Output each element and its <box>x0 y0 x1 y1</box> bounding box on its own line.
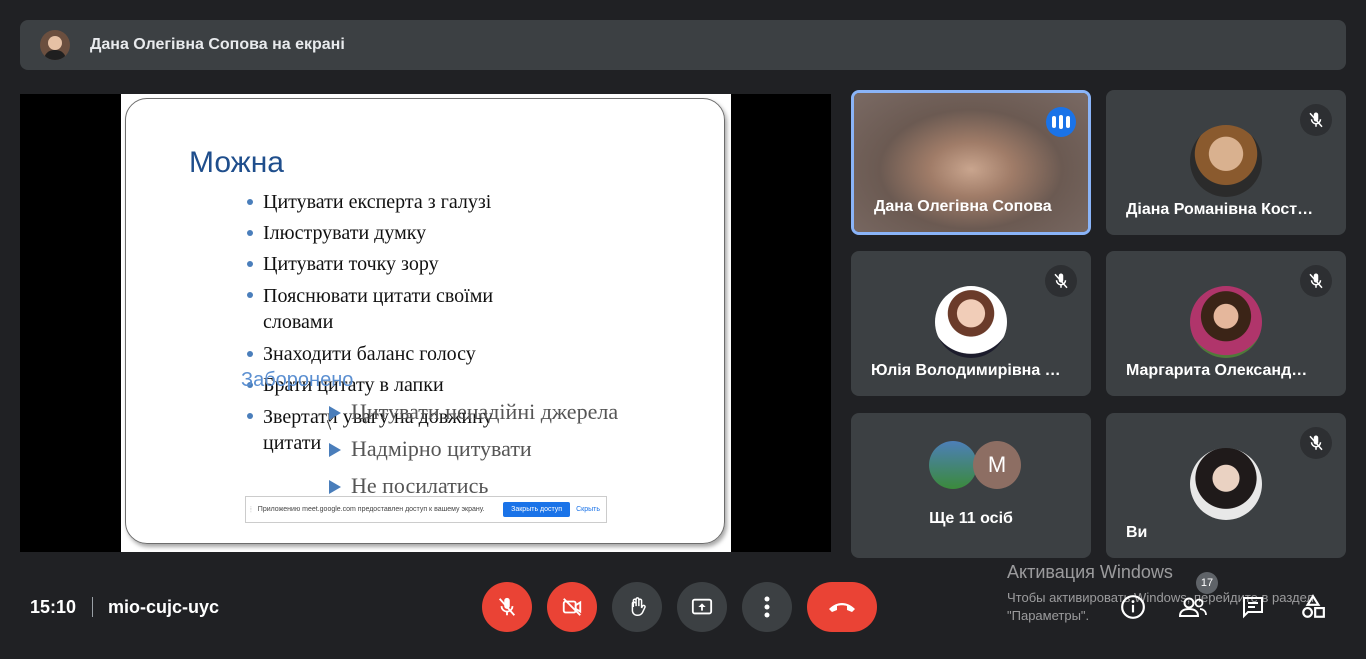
leave-call-button[interactable] <box>807 582 877 632</box>
forbidden-title: Заборонено <box>241 369 354 391</box>
presenter-avatar <box>40 30 70 60</box>
avatar <box>1190 286 1262 358</box>
stop-sharing-button[interactable]: Закрыть доступ <box>503 502 571 517</box>
list-item: Пояснювати цитати своїми словами <box>243 283 543 335</box>
list-item: Ілюструвати думку <box>243 221 543 245</box>
participant-tile-self[interactable]: Ви <box>1106 413 1346 558</box>
more-vert-icon <box>764 596 770 618</box>
list-item: Цитувати експерта з галузі <box>243 190 543 214</box>
present-now-button[interactable] <box>677 582 727 632</box>
mic-off-icon <box>1300 265 1332 297</box>
presenter-banner: Дана Олегівна Сопова на екрані <box>20 20 1346 70</box>
avatar <box>1190 125 1262 197</box>
forbidden-list: Цитувати ненадійні джерела Надмірно циту… <box>329 399 618 510</box>
meeting-info-button[interactable] <box>1118 593 1148 621</box>
mic-off-icon <box>1300 104 1332 136</box>
presentation-slide: Можна Цитувати експерта з галузі Ілюстру… <box>121 94 731 552</box>
participant-tile-marharyta[interactable]: Маргарита Олександ… <box>1106 251 1346 396</box>
hand-icon <box>631 597 646 616</box>
grouped-avatars: M <box>929 441 1029 491</box>
presenter-banner-text: Дана Олегівна Сопова на екрані <box>90 36 345 53</box>
hide-link[interactable]: Скрыть <box>576 506 600 513</box>
mic-off-icon <box>1045 265 1077 297</box>
raise-hand-button[interactable] <box>612 582 662 632</box>
activities-icon <box>1302 594 1325 618</box>
mic-toggle-button[interactable] <box>482 582 532 632</box>
people-button[interactable] <box>1178 593 1208 621</box>
mic-off-icon <box>498 597 516 616</box>
participant-count-badge: 17 <box>1196 572 1218 594</box>
meeting-code: mio-cujc-uyc <box>108 597 220 617</box>
participant-tile-diana[interactable]: Діана Романівна Кост… <box>1106 90 1346 235</box>
participant-tile-yulia[interactable]: Юлія Володимирівна … <box>851 251 1091 396</box>
avatar <box>929 441 977 489</box>
participant-name: Маргарита Олександ… <box>1126 362 1308 379</box>
chat-icon <box>1243 597 1263 619</box>
list-item: Надмірно цитувати <box>329 436 618 473</box>
participant-tile-dana[interactable]: Дана Олегівна Сопова <box>851 90 1091 235</box>
avatar <box>1190 448 1262 520</box>
more-options-button[interactable] <box>742 582 792 632</box>
activities-button[interactable] <box>1298 593 1328 621</box>
chat-button[interactable] <box>1238 593 1268 621</box>
participant-name: Юлія Володимирівна … <box>871 362 1061 379</box>
mic-off-icon <box>1300 427 1332 459</box>
speaking-indicator-icon <box>1046 107 1076 137</box>
present-screen-icon <box>691 598 713 615</box>
screen-share-stage[interactable]: Можна Цитувати експерта з галузі Ілюстру… <box>20 94 831 552</box>
hang-up-icon <box>829 603 855 612</box>
screen-share-notification: ⦙ Приложению meet.google.com предоставле… <box>245 496 607 523</box>
mouse-cursor-icon <box>327 418 336 428</box>
list-item: Цитувати точку зору <box>243 252 543 276</box>
list-item: Цитувати ненадійні джерела <box>329 399 618 436</box>
people-icon <box>1178 597 1207 617</box>
share-message: Приложению meet.google.com предоставлен … <box>257 506 485 513</box>
drag-handle-icon[interactable]: ⦙ <box>250 505 252 515</box>
slide-title: Можна <box>189 146 284 179</box>
camera-toggle-button[interactable] <box>547 582 597 632</box>
participant-name: Ви <box>1126 524 1148 541</box>
bottom-toolbar: 15:10 mio-cujc-uyc 17 <box>0 570 1366 650</box>
avatar: M <box>973 441 1021 489</box>
list-item: Знаходити баланс голосу <box>243 342 543 366</box>
divider <box>92 597 93 617</box>
participant-tile-others[interactable]: M Ще 11 осіб <box>851 413 1091 558</box>
info-icon <box>1121 595 1145 619</box>
more-participants-label: Ще 11 осіб <box>929 510 1013 527</box>
participant-name: Дана Олегівна Сопова <box>874 198 1052 215</box>
camera-off-icon <box>562 598 582 616</box>
participant-name: Діана Романівна Кост… <box>1126 201 1314 218</box>
avatar <box>935 286 1007 358</box>
clock: 15:10 <box>30 597 77 617</box>
